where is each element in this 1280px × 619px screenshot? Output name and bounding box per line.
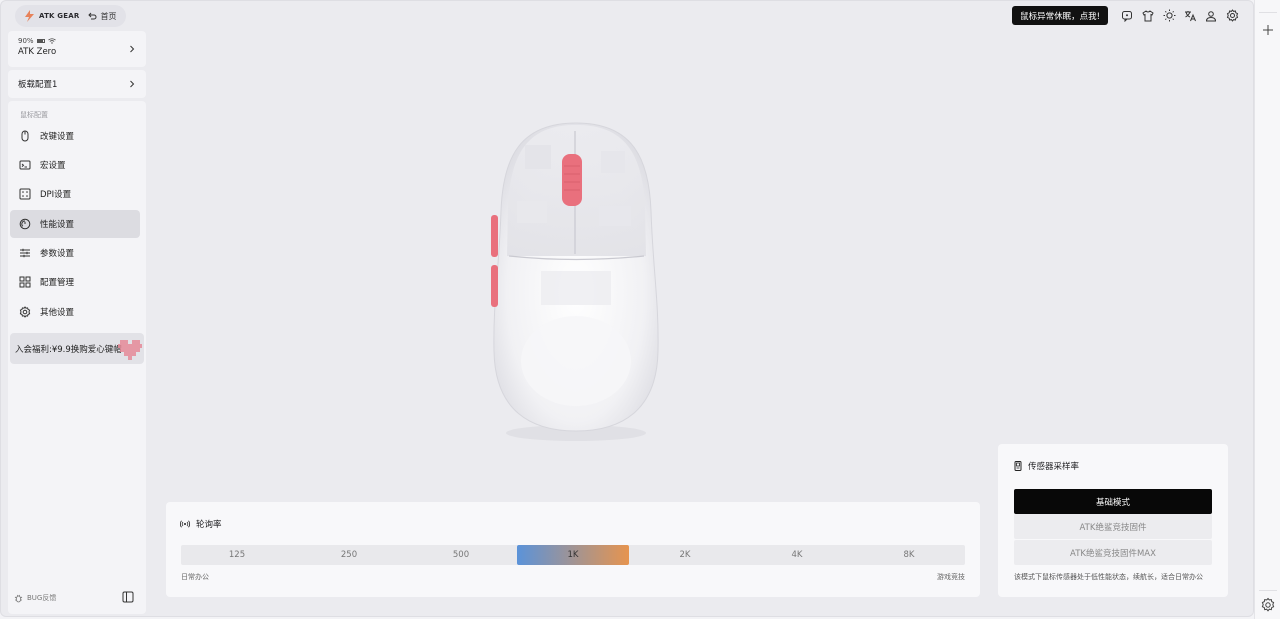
sensor-description: 该模式下鼠标传感器处于低性能状态，续航长，适合日常办公 xyxy=(1014,573,1203,581)
polling-title: 轮询率 xyxy=(180,518,222,530)
sidebar-item-profiles[interactable]: 配置管理 xyxy=(10,268,140,296)
sidebar-item-macro[interactable]: 宏设置 xyxy=(10,151,140,179)
menu-section-label: 鼠标配置 xyxy=(20,111,48,119)
gauge-icon xyxy=(19,218,31,230)
polling-rate-selector[interactable]: 125 250 500 1K 2K 4K 8K xyxy=(181,545,965,565)
topbar-actions: 鼠标异常休眠，点我! xyxy=(1012,6,1239,25)
home-button[interactable]: 首页 xyxy=(88,11,116,22)
gear-icon xyxy=(19,306,31,318)
add-icon[interactable] xyxy=(1261,23,1275,37)
sleep-notice-button[interactable]: 鼠标异常休眠，点我! xyxy=(1012,6,1108,25)
heart-keycap-icon xyxy=(118,340,142,360)
sensor-title: 传感器采样率 xyxy=(1014,460,1079,472)
chevron-right-icon xyxy=(130,80,135,88)
polling-option-8k[interactable]: 8K xyxy=(853,545,965,565)
app-window: ATK GEAR 首页 鼠标异常休眠，点我! 90% ATK Zero 板载配置… xyxy=(0,0,1254,617)
polling-option-1k[interactable]: 1K xyxy=(517,545,629,565)
mode-competitive-button[interactable]: ATK绝鲨竞技固件 xyxy=(1014,514,1212,539)
right-rail xyxy=(1254,0,1280,619)
promo-banner[interactable]: 入会福利:¥9.9换购爱心键帽 xyxy=(10,333,144,364)
polling-title-text: 轮询率 xyxy=(196,520,222,530)
brand-chip: ATK GEAR 首页 xyxy=(15,5,126,27)
sidebar: 90% ATK Zero 板载配置1 鼠标配置 改键设置 宏设置 DPI设置 性… xyxy=(8,31,146,614)
profile-selector[interactable]: 板载配置1 xyxy=(8,70,146,98)
battery-icon xyxy=(36,39,45,43)
polling-left-caption: 日常办公 xyxy=(181,573,209,581)
sidebar-item-dpi[interactable]: DPI设置 xyxy=(10,180,140,208)
translate-icon[interactable] xyxy=(1183,9,1197,23)
sidebar-item-label: DPI设置 xyxy=(40,190,72,200)
sidebar-item-label: 参数设置 xyxy=(40,249,75,259)
grid-icon xyxy=(19,276,31,288)
sidebar-item-label: 宏设置 xyxy=(40,161,66,171)
rail-divider xyxy=(1259,12,1277,13)
bug-feedback-label: BUG反馈 xyxy=(27,594,57,602)
broadcast-icon xyxy=(180,520,190,528)
sidebar-item-label: 其他设置 xyxy=(40,308,75,318)
brand-name: ATK GEAR xyxy=(39,12,80,20)
polling-option-2k[interactable]: 2K xyxy=(629,545,741,565)
mouse-illustration xyxy=(491,122,659,441)
sidebar-item-performance[interactable]: 性能设置 xyxy=(10,210,140,238)
sidebar-item-label: 配置管理 xyxy=(40,278,75,288)
chevron-right-icon xyxy=(130,45,135,53)
device-status: 90% xyxy=(18,37,136,45)
rail-divider xyxy=(1259,590,1277,591)
device-name: ATK Zero xyxy=(18,47,57,57)
chat-icon[interactable] xyxy=(1120,9,1134,23)
theme-icon[interactable] xyxy=(1162,9,1176,23)
rail-settings-icon[interactable] xyxy=(1260,597,1276,613)
terminal-icon xyxy=(19,159,31,171)
sidebar-item-other[interactable]: 其他设置 xyxy=(10,298,140,326)
polling-rate-panel: 轮询率 125 250 500 1K 2K 4K 8K 日常办公 游戏竞技 xyxy=(166,502,980,597)
menu-card: 鼠标配置 改键设置 宏设置 DPI设置 性能设置 参数设置 配置管理 其他设置 … xyxy=(8,101,146,614)
bug-feedback[interactable]: BUG反馈 xyxy=(14,593,56,603)
settings-icon[interactable] xyxy=(1225,9,1239,23)
profile-label: 板载配置1 xyxy=(18,80,58,90)
wifi-icon xyxy=(47,38,56,44)
collapse-sidebar-icon[interactable] xyxy=(122,591,134,603)
home-label: 首页 xyxy=(100,11,117,21)
sidebar-item-label: 性能设置 xyxy=(40,220,75,230)
mouse-icon xyxy=(19,130,31,142)
atk-logo-icon xyxy=(25,10,34,22)
polling-option-125[interactable]: 125 xyxy=(181,545,293,565)
polling-option-500[interactable]: 500 xyxy=(405,545,517,565)
back-arrow-icon xyxy=(88,12,97,20)
mode-competitive-max-button[interactable]: ATK绝鲨竞技固件MAX xyxy=(1014,540,1212,565)
polling-option-250[interactable]: 250 xyxy=(293,545,405,565)
polling-right-caption: 游戏竞技 xyxy=(937,573,965,581)
promo-text: 入会福利:¥9.9换购爱心键帽 xyxy=(15,344,122,355)
polling-option-4k[interactable]: 4K xyxy=(741,545,853,565)
bug-icon xyxy=(14,594,23,602)
sensor-rate-panel: 传感器采样率 基础模式 ATK绝鲨竞技固件 ATK绝鲨竞技固件MAX 该模式下鼠… xyxy=(998,444,1228,597)
mode-basic-button[interactable]: 基础模式 xyxy=(1014,489,1212,514)
dice-icon xyxy=(19,188,31,200)
user-icon[interactable] xyxy=(1204,9,1218,23)
sensor-title-text: 传感器采样率 xyxy=(1028,462,1080,472)
sliders-icon xyxy=(19,247,31,259)
battery-level: 90% xyxy=(18,37,34,45)
sidebar-item-label: 改键设置 xyxy=(40,132,75,142)
device-card[interactable]: 90% ATK Zero xyxy=(8,31,146,67)
sidebar-item-remap[interactable]: 改键设置 xyxy=(10,122,140,150)
sidebar-item-params[interactable]: 参数设置 xyxy=(10,239,140,267)
shirt-icon[interactable] xyxy=(1141,9,1155,23)
sensor-icon xyxy=(1014,461,1022,471)
